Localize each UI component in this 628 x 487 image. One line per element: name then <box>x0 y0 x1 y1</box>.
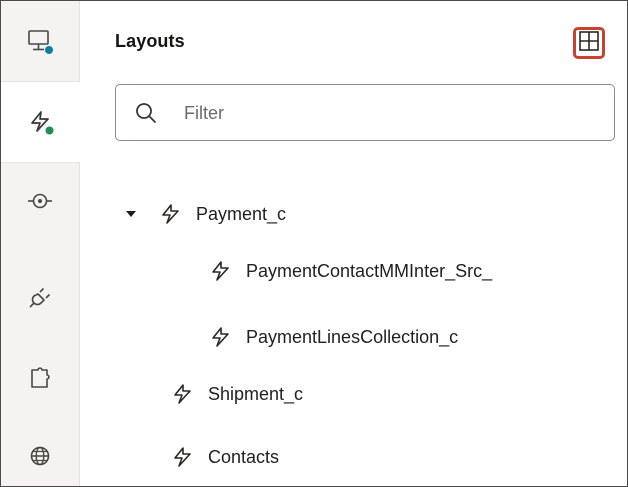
plus-icon <box>579 30 599 56</box>
bolt-icon <box>210 260 232 282</box>
tree-item-label: PaymentLinesCollection_c <box>246 326 459 347</box>
tree-item-label: PaymentContactMMInter_Src_ <box>246 260 493 281</box>
bolt-icon <box>26 107 56 137</box>
rail-item-translations[interactable] <box>1 421 79 486</box>
globe-icon <box>25 441 55 471</box>
tree-item-contacts[interactable]: Contacts <box>172 437 279 477</box>
tree-item-payment-c[interactable]: Payment_c <box>124 194 286 234</box>
tree-item-paymentcontactmminter[interactable]: PaymentContactMMInter_Src_ <box>210 251 492 291</box>
puzzle-icon <box>25 363 55 393</box>
app-frame: Layouts Filter Payment_c PaymentContactM… <box>0 0 628 487</box>
rail-item-services[interactable] <box>1 166 79 236</box>
rail-item-business-objects[interactable] <box>1 82 80 162</box>
search-icon <box>134 101 158 130</box>
monitor-icon <box>25 27 55 57</box>
caret-down-icon[interactable] <box>124 207 138 221</box>
filter-input[interactable] <box>184 95 584 131</box>
bolt-icon <box>160 203 182 225</box>
rail-item-components[interactable] <box>1 343 79 413</box>
tree-item-label: Contacts <box>208 446 280 467</box>
tree-item-label: Shipment_c <box>208 383 304 404</box>
tree-item-shipment-c[interactable]: Shipment_c <box>172 374 303 414</box>
panel-title: Layouts <box>115 31 185 51</box>
rail-item-backends[interactable] <box>1 263 79 333</box>
add-layout-button[interactable] <box>573 27 605 59</box>
bolt-icon <box>210 326 232 348</box>
left-nav-rail <box>1 1 80 486</box>
layouts-panel: Layouts Filter Payment_c PaymentContactM… <box>80 1 627 486</box>
bolt-icon <box>172 446 194 468</box>
bolt-icon <box>172 383 194 405</box>
rail-item-pages[interactable] <box>1 7 79 77</box>
tree-item-paymentlinescollection[interactable]: PaymentLinesCollection_c <box>210 317 458 357</box>
tree-item-label: Payment_c <box>196 203 287 224</box>
service-connection-icon <box>25 186 55 216</box>
filter-field[interactable] <box>115 84 615 141</box>
plug-icon <box>25 283 55 313</box>
